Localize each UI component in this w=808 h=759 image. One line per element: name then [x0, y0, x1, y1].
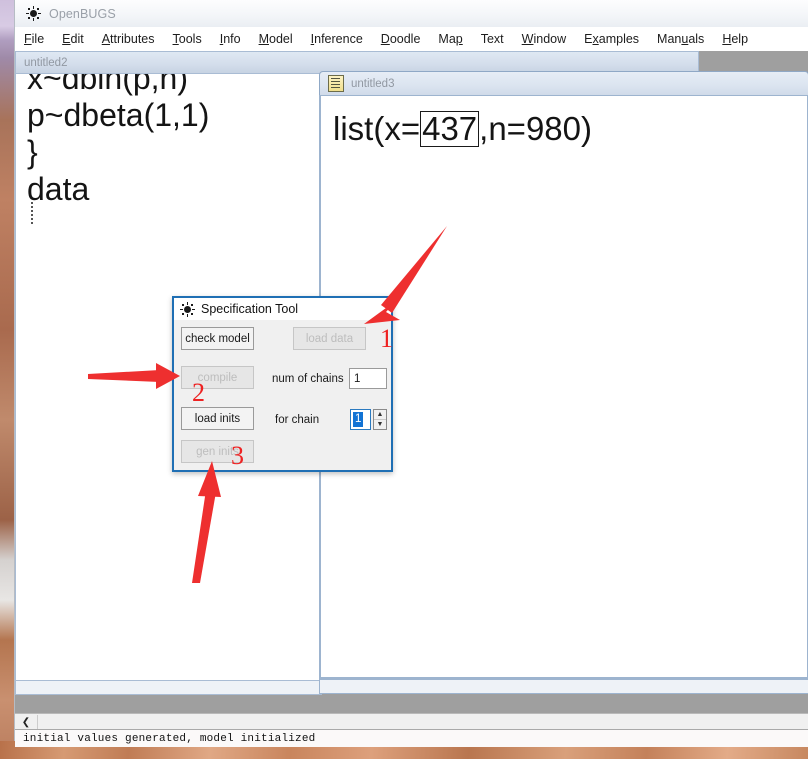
annotation-number-2: 2 [192, 378, 205, 407]
openbugs-sun-icon [26, 6, 41, 21]
menu-item-file[interactable]: File [15, 30, 53, 48]
spec-tool-titlebar[interactable]: Specification Tool [174, 298, 391, 320]
for-chain-spinner[interactable]: ▲ ▼ [373, 409, 387, 430]
annotation-number-3: 3 [231, 441, 244, 470]
menu-item-help[interactable]: Help [713, 30, 757, 48]
mdi-client-area: untitled2 x~dbin(p,n) p~dbeta(1,1) } dat… [15, 51, 808, 713]
window-titlebar: OpenBUGS [15, 0, 808, 27]
menu-item-examples[interactable]: Examples [575, 30, 648, 48]
annotation-number-1: 1 [380, 324, 393, 353]
untitled3-titlebar[interactable]: untitled3 [319, 71, 808, 95]
untitled3-horizontal-scrollbar[interactable] [319, 679, 808, 694]
menu-item-info[interactable]: Info [211, 30, 250, 48]
data-line-suffix: ,n=980) [479, 110, 592, 147]
load-data-button: load data [293, 327, 366, 350]
scroll-left-icon[interactable]: ❮ [15, 715, 38, 729]
for-chain-value: 1 [353, 412, 364, 427]
document-icon [328, 75, 344, 92]
spec-tool-title: Specification Tool [201, 302, 299, 316]
load-inits-button[interactable]: load inits [181, 407, 254, 430]
untitled3-title: untitled3 [351, 77, 395, 90]
menu-item-doodle[interactable]: Doodle [372, 30, 430, 48]
spinner-down-icon[interactable]: ▼ [374, 420, 386, 429]
untitled2-horizontal-scrollbar[interactable] [15, 681, 322, 695]
num-of-chains-input[interactable]: 1 [349, 368, 387, 389]
menu-item-manuals[interactable]: Manuals [648, 30, 713, 48]
text-caret [31, 202, 33, 224]
menu-item-attributes[interactable]: Attributes [93, 30, 164, 48]
menu-item-tools[interactable]: Tools [164, 30, 211, 48]
mdi-bottom-scrollbar[interactable]: ❮ [15, 713, 808, 730]
untitled2-bottom-strip [15, 695, 322, 704]
statusbar: initial values generated, model initiali… [15, 729, 808, 747]
spinner-up-icon[interactable]: ▲ [374, 410, 386, 420]
menu-item-model[interactable]: Model [250, 30, 302, 48]
check-model-button[interactable]: check model [181, 327, 254, 350]
selected-value-box[interactable]: 437 [420, 111, 480, 147]
app-title: OpenBUGS [49, 6, 116, 21]
untitled2-titlebar[interactable]: untitled2 [15, 51, 699, 73]
desktop-wallpaper-left-strip [0, 0, 14, 759]
openbugs-main-window: OpenBUGS File Edit Attributes Tools Info… [14, 0, 808, 747]
untitled2-model-code: x~dbin(p,n) p~dbeta(1,1) } data [27, 73, 210, 207]
menu-item-window[interactable]: Window [513, 30, 575, 48]
data-line-prefix: list(x= [333, 110, 421, 147]
status-message: initial values generated, model initiali… [23, 732, 316, 745]
menu-item-inference[interactable]: Inference [302, 30, 372, 48]
menu-item-edit[interactable]: Edit [53, 30, 93, 48]
num-of-chains-label: num of chains [272, 373, 344, 385]
untitled2-title: untitled2 [24, 56, 68, 69]
openbugs-sun-icon [180, 301, 195, 317]
menubar: File Edit Attributes Tools Info Model In… [15, 27, 808, 51]
menu-item-text[interactable]: Text [472, 30, 513, 48]
for-chain-label: for chain [275, 414, 320, 426]
untitled3-data-line: list(x= 437 ,n=980) [333, 110, 592, 148]
menu-item-map[interactable]: Map [429, 30, 471, 48]
for-chain-input[interactable]: 1 [350, 409, 371, 430]
